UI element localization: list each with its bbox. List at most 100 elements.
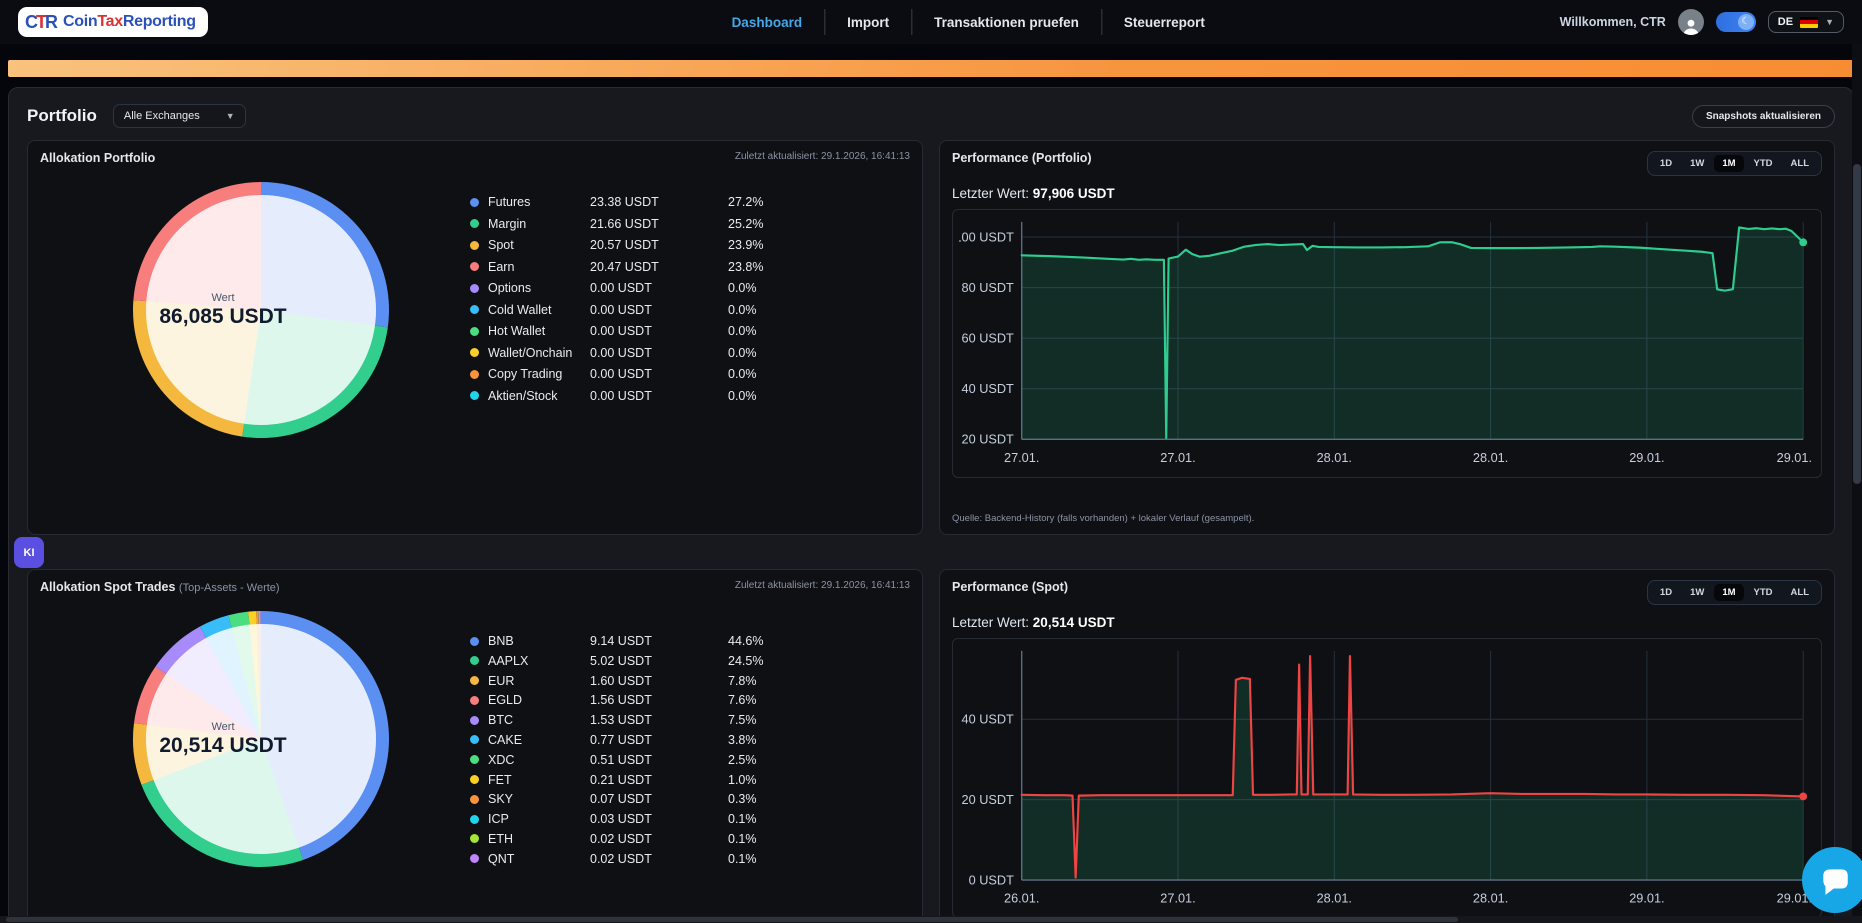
ki-assistant-button[interactable]: KI <box>14 537 44 568</box>
legend-percent: 27.2% <box>728 195 896 209</box>
cards-row-1: Allokation Portfolio Zuletzt aktualisier… <box>27 140 1835 535</box>
legend-value: 1.56 USDT <box>590 693 728 707</box>
legend-percent: 7.6% <box>728 693 896 707</box>
legend-row: QNT0.02 USDT0.1% <box>470 852 896 866</box>
legend-row: Spot20.57 USDT23.9% <box>470 238 896 252</box>
legend-label: Wallet/Onchain <box>488 346 590 360</box>
last-updated-text: Zuletzt aktualisiert: 29.1.2026, 16:41:1… <box>735 580 910 591</box>
range-button-1m[interactable]: 1M <box>1714 155 1743 172</box>
legend-value: 0.00 USDT <box>590 367 728 381</box>
last-value: 97,906 USDT <box>1033 186 1115 201</box>
range-button-1d[interactable]: 1D <box>1652 155 1680 172</box>
range-button-ytd[interactable]: YTD <box>1746 584 1781 601</box>
legend-color-dot <box>470 716 479 725</box>
legend-percent: 0.1% <box>728 812 896 826</box>
card-title: Allokation Portfolio <box>40 151 155 165</box>
portfolio-legend: Futures23.38 USDT27.2%Margin21.66 USDT25… <box>430 195 910 524</box>
nav-item-dashboard[interactable]: Dashboard <box>710 15 825 30</box>
moon-icon: ☾ <box>1738 14 1754 30</box>
user-avatar[interactable] <box>1678 9 1704 35</box>
exchange-select[interactable]: Alle Exchanges ▼ <box>113 104 246 128</box>
logo-text: CoinTaxReporting <box>63 13 196 31</box>
legend-color-dot <box>470 755 479 764</box>
legend-color-dot <box>470 637 479 646</box>
legend-value: 0.77 USDT <box>590 733 728 747</box>
vertical-scrollbar[interactable] <box>1852 44 1862 923</box>
horizontal-scrollbar-thumb[interactable] <box>6 917 1458 922</box>
legend-color-dot <box>470 735 479 744</box>
range-button-1d[interactable]: 1D <box>1652 584 1680 601</box>
nav-item-import[interactable]: Import <box>825 15 911 30</box>
legend-color-dot <box>470 241 479 250</box>
legend-value: 0.51 USDT <box>590 753 728 767</box>
legend-color-dot <box>470 219 479 228</box>
legend-value: 23.38 USDT <box>590 195 728 209</box>
nav-item-transaktionen-pruefen[interactable]: Transaktionen pruefen <box>912 15 1101 30</box>
svg-text:29.01.: 29.01. <box>1629 891 1664 906</box>
range-button-all[interactable]: ALL <box>1783 584 1817 601</box>
legend-color-dot <box>470 370 479 379</box>
svg-text:40 USDT: 40 USDT <box>962 381 1015 396</box>
legend-label: Earn <box>488 260 590 274</box>
legend-value: 5.02 USDT <box>590 654 728 668</box>
legend-value: 0.00 USDT <box>590 303 728 317</box>
svg-text:27.01.: 27.01. <box>1160 891 1195 906</box>
legend-color-dot <box>470 391 479 400</box>
logo-monogram-icon: CTR <box>25 12 56 33</box>
legend-value: 0.00 USDT <box>590 389 728 403</box>
range-button-1w[interactable]: 1W <box>1682 584 1712 601</box>
range-button-ytd[interactable]: YTD <box>1746 155 1781 172</box>
legend-color-dot <box>470 262 479 271</box>
legend-label: Hot Wallet <box>488 324 590 338</box>
legend-color-dot <box>470 198 479 207</box>
legend-value: 0.02 USDT <box>590 852 728 866</box>
legend-percent: 23.8% <box>728 260 896 274</box>
spot-performance-chart: 0 USDT20 USDT40 USDT26.01.27.01.28.01.28… <box>952 638 1822 918</box>
spot-donut-chart: Wert 20,514 USDT <box>40 600 430 923</box>
legend-value: 1.53 USDT <box>590 713 728 727</box>
dark-mode-toggle[interactable]: ☾ <box>1716 12 1756 32</box>
legend-percent: 0.0% <box>728 324 896 338</box>
legend-row: BTC1.53 USDT7.5% <box>470 713 896 727</box>
legend-value: 9.14 USDT <box>590 634 728 648</box>
svg-text:80 USDT: 80 USDT <box>962 280 1015 295</box>
legend-value: 1.60 USDT <box>590 674 728 688</box>
last-value-line: Letzter Wert: 97,906 USDT <box>952 186 1822 201</box>
legend-label: Futures <box>488 195 590 209</box>
legend-color-dot <box>470 348 479 357</box>
legend-label: ICP <box>488 812 590 826</box>
legend-value: 0.07 USDT <box>590 792 728 806</box>
legend-label: EUR <box>488 674 590 688</box>
legend-color-dot <box>470 795 479 804</box>
legend-label: Aktien/Stock <box>488 389 590 403</box>
svg-text:0 USDT: 0 USDT <box>969 872 1014 887</box>
nav-item-steuerreport[interactable]: Steuerreport <box>1102 15 1227 30</box>
range-button-1m[interactable]: 1M <box>1714 584 1743 601</box>
range-button-all[interactable]: ALL <box>1783 155 1817 172</box>
chat-widget-button[interactable] <box>1802 847 1862 913</box>
legend-row: SKY0.07 USDT0.3% <box>470 792 896 806</box>
legend-label: AAPLX <box>488 654 590 668</box>
vertical-scrollbar-thumb[interactable] <box>1853 164 1861 484</box>
legend-percent: 25.2% <box>728 217 896 231</box>
language-selector[interactable]: DE ▼ <box>1768 11 1844 33</box>
performance-spot-card: Performance (Spot) 1D1W1MYTDALL Letzter … <box>939 569 1835 923</box>
exchange-select-value: Alle Exchanges <box>124 110 200 122</box>
snapshots-refresh-button[interactable]: Snapshots aktualisieren <box>1692 105 1835 128</box>
allocation-spot-card: Allokation Spot Trades (Top-Assets - Wer… <box>27 569 923 923</box>
app-logo[interactable]: CTR CoinTaxReporting <box>18 7 208 37</box>
legend-color-dot <box>470 815 479 824</box>
horizontal-scrollbar[interactable] <box>0 916 1862 923</box>
portfolio-donut-chart: Wert 86,085 USDT <box>40 171 430 524</box>
legend-percent: 3.8% <box>728 733 896 747</box>
card-title: Allokation Spot Trades (Top-Assets - Wer… <box>40 580 280 594</box>
legend-value: 0.00 USDT <box>590 281 728 295</box>
legend-color-dot <box>470 656 479 665</box>
accent-progress-bar <box>8 60 1854 77</box>
legend-label: Cold Wallet <box>488 303 590 317</box>
svg-text:29.01.: 29.01. <box>1777 450 1812 465</box>
legend-percent: 0.1% <box>728 832 896 846</box>
svg-text:60 USDT: 60 USDT <box>962 331 1015 346</box>
legend-label: EGLD <box>488 693 590 707</box>
range-button-1w[interactable]: 1W <box>1682 155 1712 172</box>
